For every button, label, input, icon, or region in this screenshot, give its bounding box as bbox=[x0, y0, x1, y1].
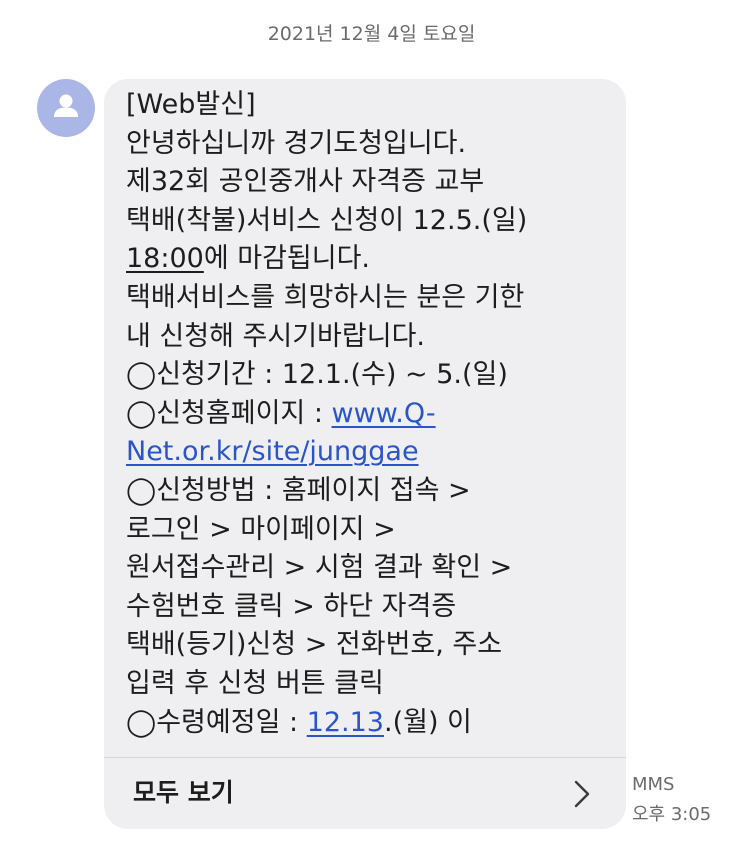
message-line: ◯신청방법 : 홈페이지 접속 > bbox=[126, 474, 471, 506]
message-line: ◯신청홈페이지 : www.Q- bbox=[126, 395, 621, 434]
message-line: 18:00에 마감됩니다. bbox=[126, 240, 621, 279]
view-all-label: 모두 보기 bbox=[133, 778, 234, 807]
message-line: 수험번호 클릭 > 하단 자격증 bbox=[126, 590, 457, 622]
message-line: ◯신청기간 : 12.1.(수) ~ 5.(일) bbox=[126, 359, 508, 391]
message-line: 택배서비스를 희망하시는 분은 기한 bbox=[126, 281, 525, 313]
view-all-button[interactable]: 모두 보기 bbox=[104, 758, 626, 829]
date-link[interactable]: 12.13 bbox=[307, 707, 384, 738]
message-line: 로그인 > 마이페이지 > bbox=[126, 513, 396, 545]
message-text: ◯신청홈페이지 : bbox=[126, 397, 332, 429]
message-type-label: MMS bbox=[632, 774, 675, 795]
message-line: 택배(등기)신청 > 전화번호, 주소 bbox=[126, 629, 503, 661]
message-line: 내 신청해 주시기바랍니다. bbox=[126, 320, 425, 352]
message-timestamp: 오후 3:05 bbox=[632, 804, 712, 825]
deadline-time[interactable]: 18:00 bbox=[126, 243, 204, 274]
message-text: .(월) 이 bbox=[383, 706, 472, 738]
website-link-continued[interactable]: Net.or.kr/site/junggae bbox=[126, 436, 419, 467]
message-line: 제32회 공인중개사 자격증 교부 bbox=[126, 166, 485, 198]
person-icon bbox=[54, 94, 78, 117]
message-line: Net.or.kr/site/junggae bbox=[126, 433, 621, 472]
message-text: 에 마감됩니다. bbox=[203, 243, 371, 275]
message-line: ◯수령예정일 : 12.13.(월) 이 bbox=[126, 704, 621, 743]
message-line: 입력 후 신청 버튼 클릭 bbox=[126, 667, 384, 699]
message-line: 원서접수관리 > 시험 결과 확인 > bbox=[126, 552, 513, 584]
chevron-right-icon bbox=[574, 780, 590, 808]
message-body: [Web발신] 안녕하십니까 경기도청입니다. 제32회 공인중개사 자격증 교… bbox=[126, 86, 621, 742]
message-line: [Web발신] bbox=[126, 89, 256, 120]
sender-avatar[interactable] bbox=[37, 79, 95, 137]
date-header: 2021년 12월 4일 토요일 bbox=[267, 23, 476, 45]
message-line: 안녕하십니까 경기도청입니다. bbox=[126, 127, 467, 159]
message-bubble[interactable]: [Web발신] 안녕하십니까 경기도청입니다. 제32회 공인중개사 자격증 교… bbox=[104, 79, 626, 829]
website-link[interactable]: www.Q- bbox=[332, 398, 436, 429]
message-line: 택배(착불)서비스 신청이 12.5.(일) bbox=[126, 204, 528, 236]
message-text: ◯수령예정일 : bbox=[126, 706, 307, 738]
